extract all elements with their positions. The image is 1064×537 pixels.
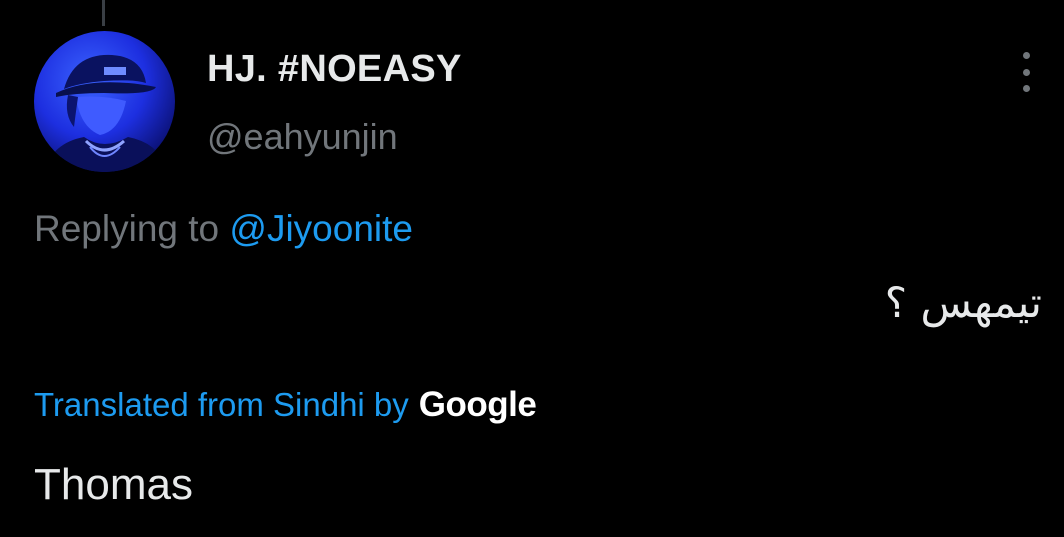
google-logo: Google [418,385,537,424]
translation-label: Translated from Sindhi by [34,386,409,423]
translated-text: Thomas [34,460,193,509]
author-display-name[interactable]: HJ. #NOEASY [207,48,462,91]
more-vertical-icon-dot [1022,68,1030,76]
translate-attribution[interactable]: Translated from Sindhi by Google [34,385,537,425]
more-vertical-icon [1022,52,1030,59]
author-handle[interactable]: @eahyunjin [207,116,398,158]
replying-to-mention[interactable]: @Jiyoonite [229,208,413,249]
avatar[interactable] [34,31,175,172]
replying-to-line: Replying to @Jiyoonite [34,208,413,250]
replying-to-label: Replying to [34,208,220,249]
more-vertical-icon-dot [1022,85,1030,92]
tweet-text: تيمهس ؟ [884,278,1042,327]
avatar-image [44,54,168,172]
thread-line [102,0,105,26]
more-options-button[interactable] [1010,52,1042,92]
